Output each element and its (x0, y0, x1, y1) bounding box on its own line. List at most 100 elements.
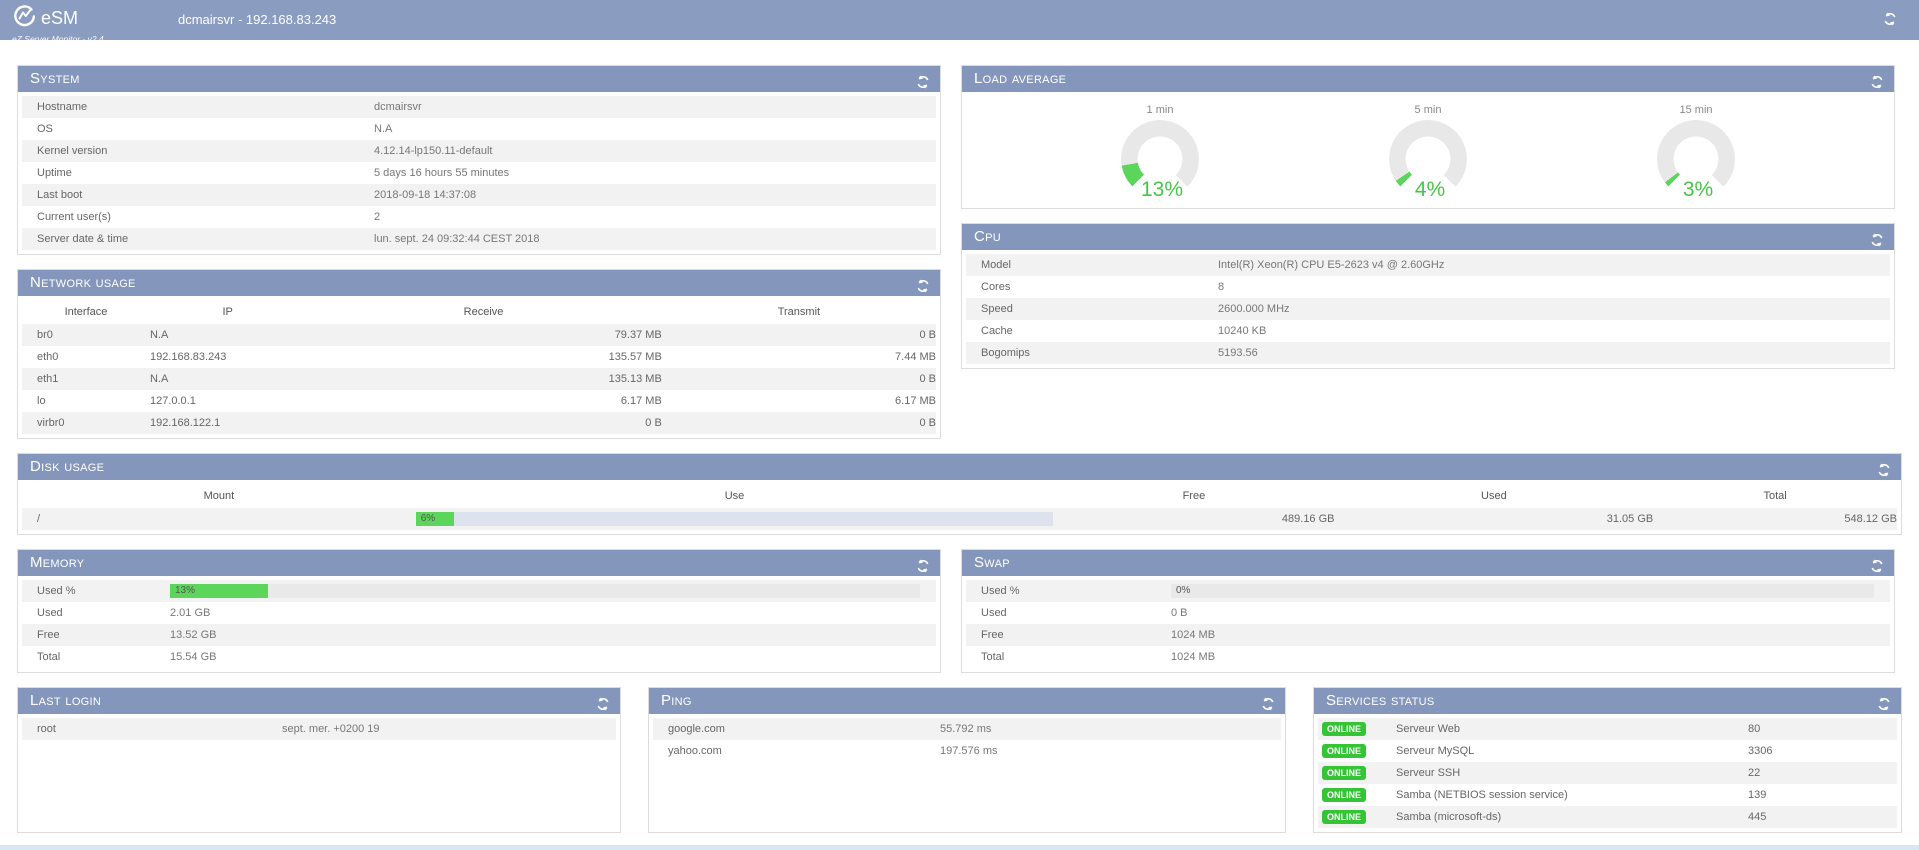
service-port: 22 (1748, 762, 1897, 784)
table-row: br0N.A79.37 MB0 B (22, 324, 936, 346)
panel-title: Load average (974, 70, 1066, 87)
table-row: Free1024 MB (966, 624, 1890, 646)
mount-cell: / (22, 508, 416, 530)
last-login-panel-header: Last login (18, 688, 620, 714)
refresh-icon[interactable] (916, 276, 930, 290)
swap-used-bar: 0% (1171, 584, 1874, 598)
service-name: Serveur SSH (1392, 762, 1748, 784)
gauge-label: 5 min (1353, 104, 1503, 116)
row-label: Free (37, 629, 170, 641)
use-bar-cell: 6% (416, 508, 1054, 530)
row-label: Bogomips (981, 347, 1218, 359)
row-value: 10240 KB (1218, 325, 1266, 337)
row-label: OS (37, 123, 374, 135)
transmit-cell: 0 B (662, 368, 936, 390)
refresh-icon[interactable] (1870, 230, 1884, 244)
table-row: yahoo.com197.576 ms (653, 740, 1281, 762)
table-row: Bogomips5193.56 (966, 342, 1890, 364)
ip-cell: 192.168.83.243 (150, 346, 305, 368)
service-port: 139 (1748, 784, 1897, 806)
status-badge: ONLINE (1322, 766, 1366, 780)
row-value: 2 (374, 211, 380, 223)
table-row: Free13.52 GB (22, 624, 936, 646)
load-gauge-5min: 5 min 4% (1353, 104, 1503, 194)
transmit-cell: 6.17 MB (662, 390, 936, 412)
ip-cell: N.A (150, 324, 305, 346)
table-row: Current user(s)2 (22, 206, 936, 228)
table-row: ONLINESamba (NETBIOS session service)139 (1318, 784, 1897, 806)
row-label: Cache (981, 325, 1218, 337)
table-row: ONLINE Serveur SSH22 (1318, 762, 1897, 784)
service-name: Samba (microsoft-ds) (1392, 806, 1748, 828)
ping-host: google.com (668, 723, 940, 735)
column-header: Receive (305, 300, 661, 324)
row-value: 2018-09-18 14:37:08 (374, 189, 476, 201)
table-row: ONLINEServeur MySQL3306 (1318, 740, 1897, 762)
column-header: Transmit (662, 300, 936, 324)
service-name: Samba (NETBIOS session service) (1392, 784, 1748, 806)
row-label: Used % (981, 585, 1171, 597)
refresh-icon[interactable] (1870, 556, 1884, 570)
ip-cell: 192.168.122.1 (150, 412, 305, 434)
table-row: Speed2600.000 MHz (966, 298, 1890, 320)
receive-cell: 0 B (305, 412, 661, 434)
refresh-icon[interactable] (1877, 460, 1891, 474)
row-value: 8 (1218, 281, 1224, 293)
row-value: 15.54 GB (170, 651, 216, 663)
table-row: / 6% 489.16 GB 31.05 GB 548.12 GB (22, 508, 1897, 530)
column-header: Used (1335, 484, 1654, 508)
receive-cell: 79.37 MB (305, 324, 661, 346)
row-label: Uptime (37, 167, 374, 179)
receive-cell: 135.13 MB (305, 368, 661, 390)
app-name: eSM (41, 9, 78, 28)
services-panel-header: Services status (1314, 688, 1901, 714)
column-header: Interface (22, 300, 150, 324)
table-row: eth0192.168.83.243135.57 MB7.44 MB (22, 346, 936, 368)
table-header-row: Mount Use Free Used Total (22, 484, 1897, 508)
network-table: Interface IP Receive Transmit br0N.A79.3… (22, 300, 936, 434)
refresh-icon[interactable] (596, 694, 610, 708)
disk-usage-bar: 6% (416, 512, 1054, 526)
row-label: Last boot (37, 189, 374, 201)
table-row: Hostnamedcmairsvr (22, 96, 936, 118)
disk-panel-header: Disk usage (18, 454, 1901, 480)
panel-title: Swap (974, 554, 1010, 571)
table-row: virbr0192.168.122.10 B0 B (22, 412, 936, 434)
receive-cell: 135.57 MB (305, 346, 661, 368)
disk-usage-bar-label: 6% (421, 512, 435, 526)
panel-title: Disk usage (30, 458, 104, 475)
ping-host: yahoo.com (668, 745, 940, 757)
row-label: Cores (981, 281, 1218, 293)
row-value: lun. sept. 24 09:32:44 CEST 2018 (374, 233, 540, 245)
table-header-row: Interface IP Receive Transmit (22, 300, 936, 324)
row-label: Used (981, 607, 1171, 619)
refresh-icon[interactable] (1261, 694, 1275, 708)
table-row: ONLINESamba (microsoft-ds)445 (1318, 806, 1897, 828)
system-panel-header: System (18, 66, 940, 92)
interface-cell: virbr0 (22, 412, 150, 434)
refresh-icon[interactable] (1870, 72, 1884, 86)
receive-cell: 6.17 MB (305, 390, 661, 412)
free-cell: 489.16 GB (1053, 508, 1334, 530)
swap-used-bar-label: 0% (1176, 584, 1190, 598)
row-label: Kernel version (37, 145, 374, 157)
refresh-icon[interactable] (1877, 694, 1891, 708)
panel-title: Ping (661, 692, 692, 709)
table-row: Used0 B (966, 602, 1890, 624)
row-value: 2.01 GB (170, 607, 210, 619)
last-login-panel: Last login rootsept. mer. +0200 19 (17, 687, 621, 833)
total-cell: 548.12 GB (1653, 508, 1897, 530)
refresh-all-icon[interactable] (1883, 12, 1897, 26)
panel-title: Last login (30, 692, 101, 709)
row-label: Server date & time (37, 233, 374, 245)
table-row: Kernel version4.12.14-lp150.11-default (22, 140, 936, 162)
memory-used-bar-label: 13% (175, 584, 195, 598)
dashboard: System Hostnamedcmairsvr OS N.A Kernel ve… (0, 40, 1919, 847)
refresh-icon[interactable] (916, 72, 930, 86)
ping-time: 197.576 ms (940, 745, 997, 757)
interface-cell: eth1 (22, 368, 150, 390)
gauge-value: 3% (1661, 178, 1735, 202)
panel-title: Memory (30, 554, 84, 571)
network-panel-header: Network usage (18, 270, 940, 296)
refresh-icon[interactable] (916, 556, 930, 570)
